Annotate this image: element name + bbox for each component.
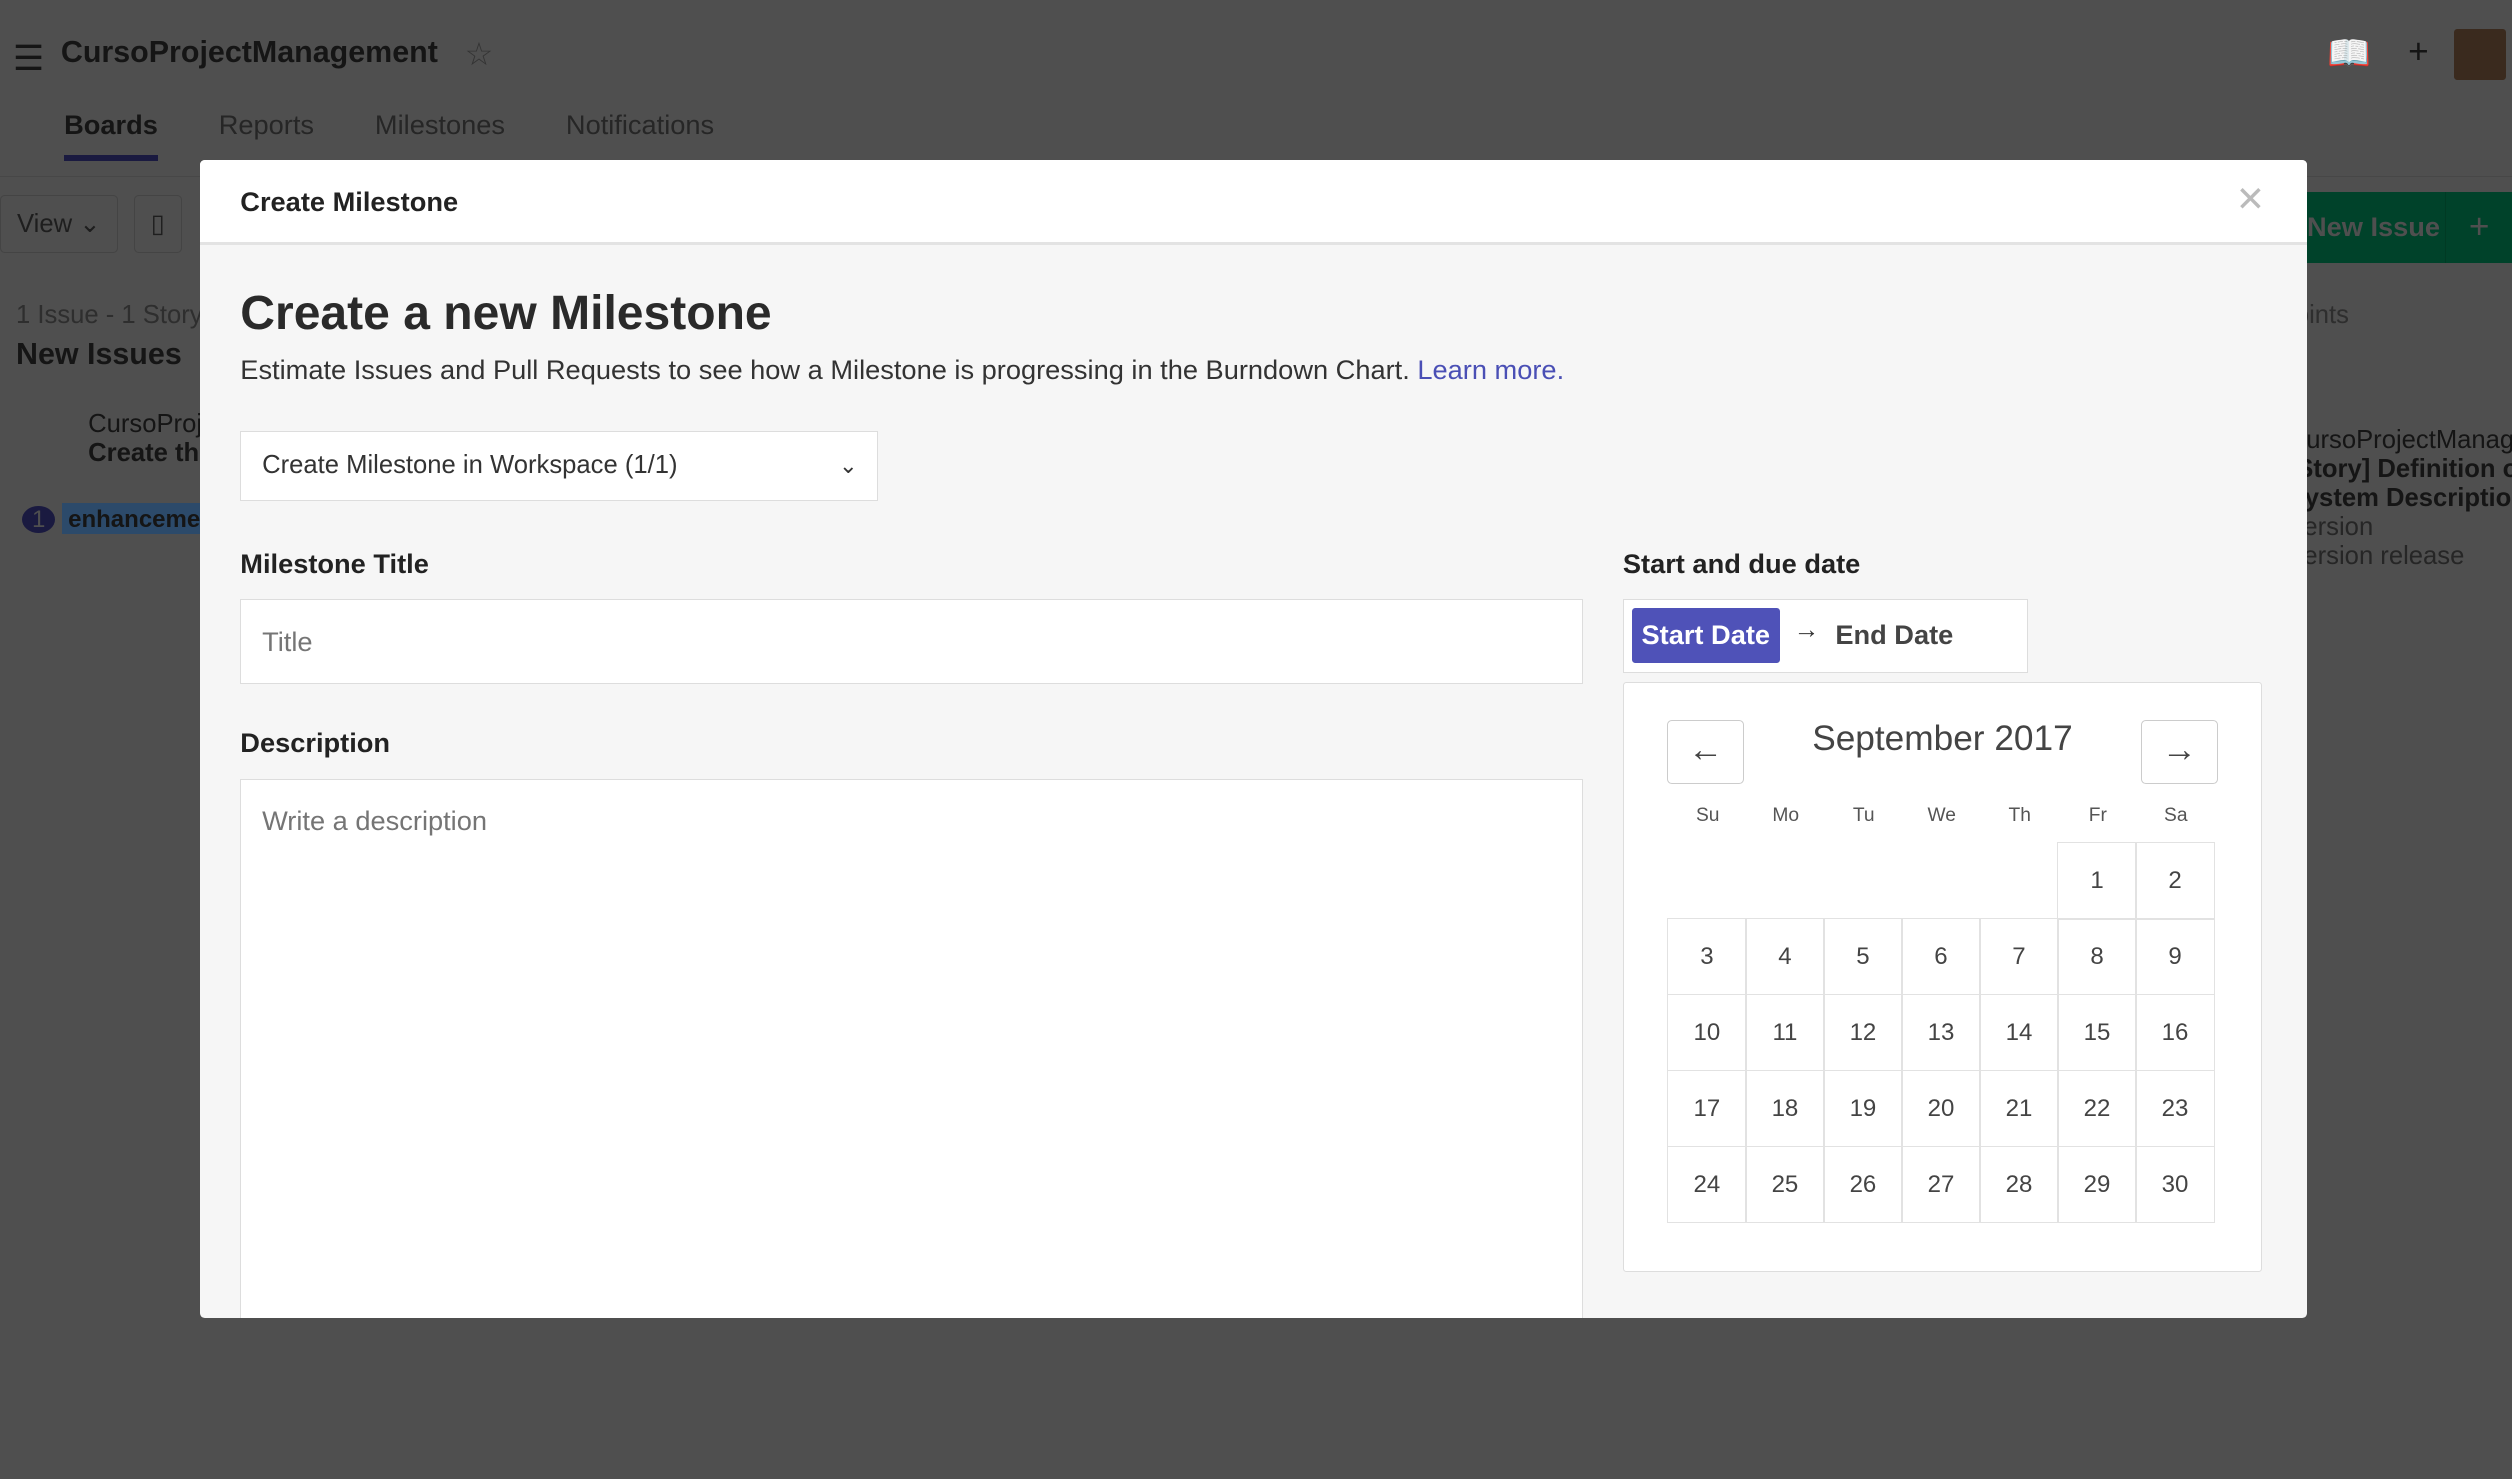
calendar-day[interactable]: 7: [1979, 917, 2059, 996]
issue-card[interactable]: CursoProjectManagement [Story] Definitio…: [2307, 426, 2512, 571]
column-right: Story Points CursoProjectManagement [Sto…: [2307, 301, 2512, 571]
learn-more-link[interactable]: Learn more.: [1417, 354, 1564, 385]
calendar-empty-cell: [1745, 842, 1825, 920]
calendar: September 2017 ← → Su Mo Tu We Th Fr Sa 123456…: [1622, 682, 2263, 1272]
weekday-label: Mo: [1772, 805, 1800, 827]
calendar-day[interactable]: 12: [1823, 993, 1903, 1072]
calendar-day[interactable]: 3: [1667, 917, 1747, 996]
weekday-label: We: [1927, 805, 1956, 827]
date-range-input[interactable]: Start Date → End Date: [1622, 599, 2029, 673]
description-label: Description: [240, 727, 391, 759]
avatar[interactable]: [2454, 28, 2506, 81]
workspace-select[interactable]: Create Milestone in Workspace (1/1) ⌄: [240, 430, 878, 502]
dates-label: Start and due date: [1622, 547, 1861, 579]
prev-month-button[interactable]: ←: [1667, 720, 1744, 785]
calendar-day[interactable]: 11: [1745, 993, 1825, 1072]
calendar-day[interactable]: 13: [1901, 993, 1981, 1072]
chevron-down-icon: ⌄: [838, 452, 858, 478]
close-icon[interactable]: ✕: [2236, 179, 2266, 220]
calendar-day[interactable]: 24: [1667, 1145, 1747, 1224]
label-badge: enhancement: [61, 503, 201, 535]
calendar-day[interactable]: 16: [2135, 993, 2215, 1072]
calendar-day[interactable]: 25: [1745, 1145, 1825, 1224]
calendar-day[interactable]: 9: [2135, 917, 2215, 996]
menu-icon[interactable]: ☰: [13, 38, 45, 79]
column-new-issues: 1 Issue - 1 Story Points New Issues Curs…: [0, 301, 201, 535]
subtitle: Estimate Issues and Pull Requests to see…: [240, 354, 1565, 386]
page-title: Create a new Milestone: [240, 286, 772, 341]
app-title: CursoProjectManagement: [60, 35, 438, 70]
calendar-day[interactable]: 6: [1901, 917, 1981, 996]
calendar-day[interactable]: 29: [2057, 1145, 2137, 1224]
arrow-right-icon: →: [1793, 616, 1820, 645]
plus-icon[interactable]: +: [2408, 32, 2429, 72]
weekday-label: Fr: [2088, 805, 2107, 827]
calendar-day[interactable]: 22: [2057, 1069, 2137, 1148]
title-input[interactable]: [240, 599, 1583, 685]
tab-notifications[interactable]: Notifications: [566, 109, 714, 161]
weekday-label: Tu: [1852, 805, 1875, 827]
modal-title: Create Milestone: [240, 185, 459, 217]
star-icon[interactable]: ☆: [465, 35, 494, 73]
calendar-day[interactable]: 26: [1823, 1145, 1903, 1224]
calendar-empty-cell: [1901, 842, 1981, 920]
calendar-empty-cell: [1667, 842, 1747, 920]
calendar-day[interactable]: 5: [1823, 917, 1903, 996]
tab-reports[interactable]: Reports: [219, 109, 314, 161]
next-month-button[interactable]: →: [2140, 720, 2218, 785]
calendar-day[interactable]: 28: [1979, 1145, 2059, 1224]
start-date-field[interactable]: Start Date: [1631, 608, 1780, 663]
tab-milestones[interactable]: Milestones: [375, 109, 505, 161]
calendar-day[interactable]: 15: [2057, 993, 2137, 1072]
end-date-field[interactable]: End Date: [1835, 619, 1953, 651]
weekday-label: Th: [2008, 805, 2031, 827]
calendar-empty-cell: [1823, 842, 1903, 920]
weekday-label: Su: [1695, 805, 1720, 827]
calendar-day[interactable]: 2: [2135, 842, 2215, 920]
top-bar: ☰ CursoProjectManagement ☆ Boards Report…: [0, 0, 2512, 178]
issue-card[interactable]: CursoProjectManagement Create the docume…: [0, 410, 200, 468]
calendar-day[interactable]: 21: [1979, 1069, 2059, 1148]
tab-boards[interactable]: Boards: [64, 109, 158, 162]
book-icon[interactable]: 📖: [2327, 32, 2371, 74]
book-button[interactable]: ▯: [133, 195, 182, 254]
view-button[interactable]: View ⌄: [0, 195, 118, 254]
badge-count: 1: [22, 506, 55, 534]
title-label: Milestone Title: [240, 547, 429, 579]
calendar-empty-cell: [1979, 842, 2059, 920]
calendar-day[interactable]: 30: [2135, 1145, 2215, 1224]
calendar-day[interactable]: 27: [1901, 1145, 1981, 1224]
weekday-label: Sa: [2164, 805, 2188, 827]
calendar-day[interactable]: 10: [1667, 993, 1747, 1072]
calendar-day[interactable]: 23: [2135, 1069, 2215, 1148]
calendar-day[interactable]: 18: [1745, 1069, 1825, 1148]
calendar-day[interactable]: 4: [1745, 917, 1825, 996]
calendar-day[interactable]: 17: [1667, 1069, 1747, 1148]
calendar-day[interactable]: 19: [1823, 1069, 1903, 1148]
calendar-day[interactable]: 20: [1901, 1069, 1981, 1148]
create-milestone-modal: Create Milestone ✕ Create a new Mileston…: [200, 160, 2307, 1319]
calendar-day[interactable]: 8: [2057, 917, 2137, 996]
description-textarea[interactable]: [240, 778, 1583, 1319]
calendar-day[interactable]: 14: [1979, 993, 2059, 1072]
calendar-day[interactable]: 1: [2057, 842, 2137, 920]
new-issue-plus-button[interactable]: +: [2445, 192, 2512, 263]
